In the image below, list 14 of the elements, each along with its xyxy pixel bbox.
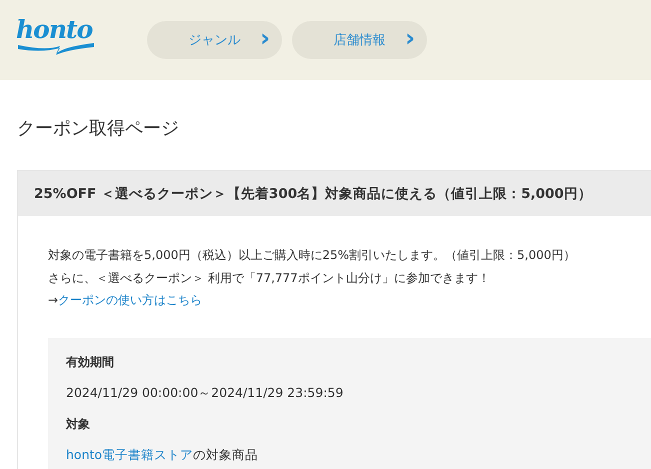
nav-button[interactable]: ジャンル › bbox=[147, 21, 282, 59]
coupon-title: 25%OFF ＜選べるクーポン＞【先着300名】対象商品に使える（値引上限：5,000円） bbox=[18, 171, 651, 216]
nav-button[interactable]: 店舗情報 › bbox=[292, 21, 427, 59]
period-label: 有効期間 bbox=[66, 354, 115, 370]
period-value: 2024/11/29 00:00:00～2024/11/29 23:59:59 bbox=[66, 384, 344, 402]
target-value: honto電子書籍ストアの対象商品 bbox=[66, 446, 260, 464]
description-text: さらに、＜選べるクーポン＞ 利用で「77,777ポイント山分け」に参加できます！ bbox=[48, 270, 491, 286]
usage-line: →クーポンの使い方はこちら bbox=[48, 292, 204, 309]
description-text: 対象の電子書籍を5,000円（税込）以上ご購入時に25%割引いたします。（値引上限：5,000円） bbox=[48, 247, 576, 264]
target-label: 対象 bbox=[66, 416, 91, 432]
usage-link[interactable]: クーポンの使い方はこちら bbox=[58, 293, 202, 307]
store-link[interactable]: honto電子書籍ストア bbox=[66, 446, 194, 462]
honto-logo[interactable]: honto bbox=[16, 17, 96, 57]
page-title: クーポン取得ページ bbox=[17, 117, 180, 140]
